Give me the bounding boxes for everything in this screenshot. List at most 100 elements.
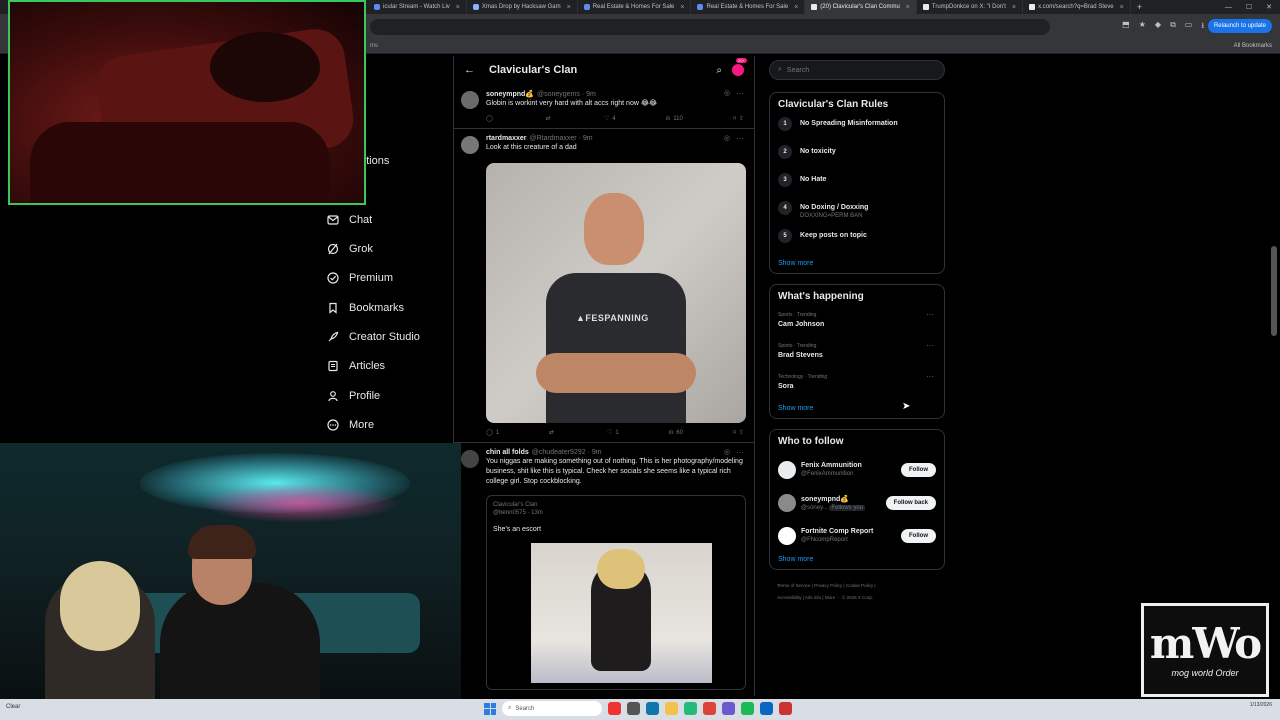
search-input[interactable]: ⌕ Search — [769, 60, 945, 80]
bookmark-item[interactable]: ms — [370, 43, 378, 49]
close-icon[interactable]: × — [456, 4, 460, 11]
app-icon[interactable] — [684, 702, 697, 715]
views-button[interactable]: ılı 60 — [669, 429, 683, 436]
avatar[interactable] — [461, 136, 479, 154]
search-icon[interactable]: ⌕ — [716, 65, 722, 76]
follow-suggestion[interactable]: Fenix Ammunition @FenixAmmunition Follow — [778, 453, 936, 486]
taskbar-search[interactable]: ⌕ Search — [502, 701, 602, 716]
close-icon[interactable]: × — [1120, 4, 1124, 11]
notifications-icon[interactable]: 20+ — [732, 58, 747, 76]
close-icon[interactable]: × — [1012, 4, 1016, 11]
nav-item-premium[interactable]: Premium — [320, 264, 450, 293]
weather-widget[interactable]: Clear — [6, 704, 20, 710]
nav-item-more[interactable]: More — [320, 410, 450, 439]
follow-button[interactable]: Follow — [901, 528, 936, 543]
like-button[interactable]: ♡ 1 — [607, 429, 619, 437]
avatar[interactable] — [461, 91, 479, 109]
bookmark-icon[interactable]: ⌑ — [733, 429, 736, 436]
avatar[interactable] — [778, 526, 796, 545]
grok-icon[interactable]: ◎ — [724, 134, 730, 142]
nav-item-bookmarks[interactable]: Bookmarks — [320, 293, 450, 322]
bookmark-icon[interactable]: ⌑ — [733, 115, 736, 122]
nav-item-profile[interactable]: Profile — [320, 381, 450, 410]
app-icon[interactable] — [722, 702, 735, 715]
tweet-photo[interactable]: ▲FESPANNING — [486, 163, 746, 423]
close-icon[interactable]: × — [680, 4, 684, 11]
edge-icon[interactable] — [646, 702, 659, 715]
close-icon[interactable]: × — [794, 4, 798, 11]
reply-button[interactable]: ◯ — [486, 115, 496, 122]
nav-item-articles[interactable]: Articles — [320, 352, 450, 381]
grok-icon[interactable]: ◎ — [724, 448, 730, 456]
app-icon[interactable] — [608, 702, 621, 715]
follow-suggestion[interactable]: soneympnd💰 @soney... Follows you Follow b… — [778, 486, 936, 519]
browser-tab[interactable]: x.com/search?q=Brad Steve × — [1023, 0, 1131, 14]
share-icon[interactable]: ⇪ — [739, 115, 744, 122]
show-more-link[interactable]: Show more — [778, 260, 936, 267]
all-bookmarks[interactable]: All Bookmarks — [1234, 43, 1272, 49]
new-tab-icon[interactable]: + — [1131, 2, 1148, 12]
quote-photo[interactable] — [531, 543, 712, 683]
nav-item-creator-studio[interactable]: Creator Studio — [320, 322, 450, 351]
more-options-icon[interactable]: ··· — [926, 341, 934, 350]
show-more-link[interactable]: Show more — [778, 405, 936, 412]
browser-tab[interactable]: icular Stream - Watch Liv × — [368, 0, 467, 14]
more-options-icon[interactable]: ··· — [926, 310, 934, 319]
window-close-icon[interactable]: ✕ — [1266, 3, 1272, 11]
more-options-icon[interactable]: ··· — [926, 372, 934, 381]
star-icon[interactable]: ★ — [1139, 20, 1146, 34]
follow-button[interactable]: Follow — [901, 462, 936, 477]
trend-item[interactable]: Sports · Trending Brad Stevens ··· — [778, 339, 936, 370]
follow-back-button[interactable]: Follow back — [885, 495, 936, 510]
browser-tab[interactable]: Xmas Drop by Hacksaw Gam × — [467, 0, 578, 14]
folder-icon[interactable] — [665, 702, 678, 715]
app-icon[interactable] — [760, 702, 773, 715]
reply-button[interactable]: ◯ 1 — [486, 429, 499, 437]
browser-tab-active[interactable]: (20) Clavicular's Clan Commu × — [805, 0, 917, 14]
minimize-icon[interactable]: — — [1225, 4, 1232, 11]
retweet-button[interactable]: ⇄ — [549, 429, 557, 436]
install-icon[interactable]: ⬒ — [1122, 20, 1130, 34]
avatar[interactable] — [778, 493, 796, 512]
download-icon[interactable]: ⭳ — [1201, 20, 1204, 34]
more-options-icon[interactable]: ··· — [736, 134, 744, 143]
more-options-icon[interactable]: ··· — [736, 89, 744, 98]
tweet[interactable]: rtardmaxxer @Rtardmaxxer · 9m ◎ ··· Look … — [454, 129, 754, 443]
trend-item[interactable]: Technology · Trending Sora ··· — [778, 370, 936, 401]
retweet-button[interactable]: ⇄ — [546, 115, 554, 122]
back-arrow-icon[interactable]: ← — [464, 64, 475, 76]
chrome-icon[interactable] — [703, 702, 716, 715]
scrollbar-thumb[interactable] — [1271, 246, 1277, 336]
tweet-author-name[interactable]: rtardmaxxer — [486, 135, 526, 142]
tweet-author-name[interactable]: chin all folds — [486, 449, 529, 456]
browser-tab[interactable]: TrumpDonkce on X: "I Don't × — [917, 0, 1024, 14]
share-icon[interactable]: ⇪ — [739, 429, 744, 436]
puzzle-icon[interactable]: ⧉ — [1170, 20, 1176, 34]
nav-item-chat[interactable]: Chat — [320, 205, 450, 234]
task-view-icon[interactable] — [627, 702, 640, 715]
relaunch-button[interactable]: Relaunch to update — [1207, 19, 1272, 33]
browser-tab[interactable]: Real Estate & Homes For Sale × — [578, 0, 692, 14]
obs-icon[interactable] — [779, 702, 792, 715]
windows-start-icon[interactable] — [484, 702, 496, 715]
avatar[interactable] — [461, 450, 479, 468]
maximize-icon[interactable]: ☐ — [1246, 3, 1252, 11]
page-scrollbar[interactable] — [1271, 56, 1277, 706]
sidebar-icon[interactable]: ▭ — [1185, 20, 1193, 34]
more-options-icon[interactable]: ··· — [736, 448, 744, 457]
avatar[interactable] — [778, 460, 796, 479]
address-bar[interactable] — [370, 19, 1050, 35]
close-icon[interactable]: × — [906, 4, 910, 11]
spotify-icon[interactable] — [741, 702, 754, 715]
trend-item[interactable]: Sports · Trending Cam Johnson ··· — [778, 308, 936, 339]
follow-suggestion[interactable]: Fortnite Comp Report @FNcompReport Follow — [778, 519, 936, 552]
show-more-link[interactable]: Show more — [778, 556, 936, 563]
browser-tab[interactable]: Real Estate & Homes For Sale × — [691, 0, 806, 14]
quoted-tweet[interactable]: Clavicular's Clan @benn0575 · 13m She's … — [486, 495, 746, 690]
tweet-author-name[interactable]: soneympnd💰 — [486, 90, 534, 98]
system-tray-clock[interactable]: 1/13/2026 — [1250, 702, 1272, 709]
views-button[interactable]: ılı 110 — [666, 115, 683, 122]
extension-icon[interactable]: ◆ — [1155, 20, 1161, 34]
grok-icon[interactable]: ◎ — [724, 89, 730, 97]
close-icon[interactable]: × — [567, 4, 571, 11]
